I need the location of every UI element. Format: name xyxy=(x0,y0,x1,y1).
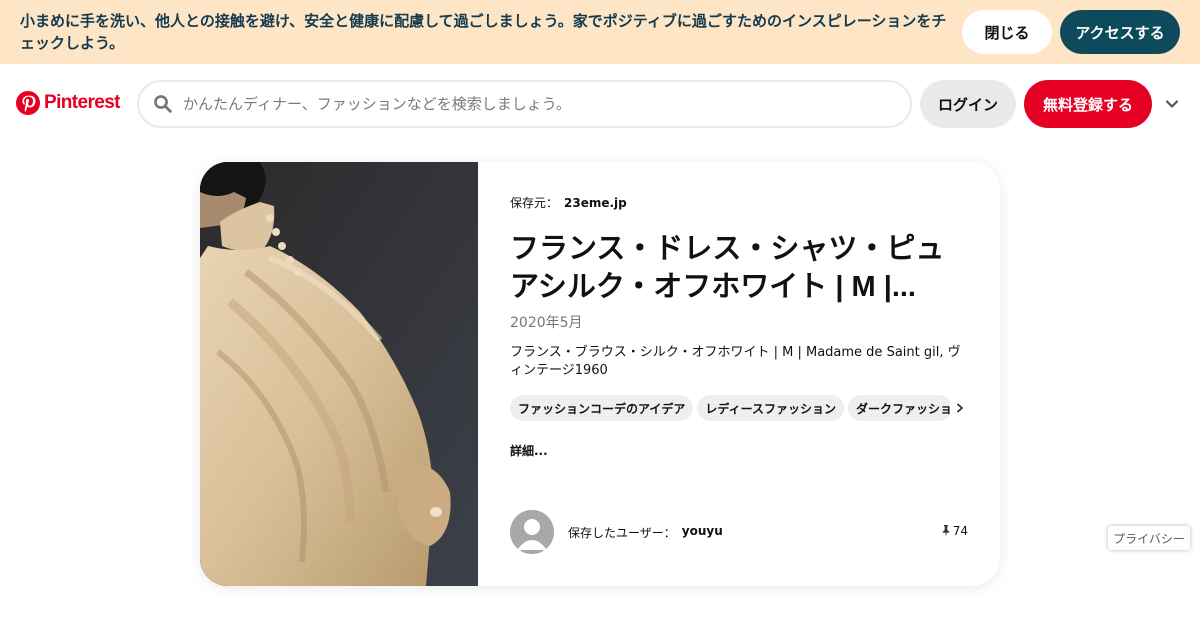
pushpin-icon xyxy=(942,525,949,537)
source-domain-link[interactable]: 23eme.jp xyxy=(564,196,627,210)
avatar[interactable] xyxy=(510,510,554,554)
tags-next-button[interactable] xyxy=(950,395,970,421)
tag-chip[interactable]: レディースファッション xyxy=(697,395,844,421)
search-bar[interactable] xyxy=(137,80,912,128)
pin-description: フランス・ブラウス・シルク・オフホワイト | M | Madame de Sai… xyxy=(510,345,961,378)
pin-details: 保存元： 23eme.jp フランス・ドレス・シャツ・ピュアシルク・オフホワイト… xyxy=(510,162,970,586)
blouse-photo xyxy=(200,162,478,586)
search-icon xyxy=(154,95,172,113)
pin-date: 2020年5月 xyxy=(510,315,583,331)
tag-chip[interactable]: ダークファッション xyxy=(847,395,952,421)
logo-wordmark: Pinterest xyxy=(44,92,121,113)
chevron-down-icon xyxy=(1165,100,1179,108)
pin-card: 保存元： 23eme.jp フランス・ドレス・シャツ・ピュアシルク・オフホワイト… xyxy=(200,162,1000,586)
banner-access-button[interactable]: アクセスする xyxy=(1060,10,1180,54)
related-tags: ファッションコーデのアイデア レディースファッション ダークファッション xyxy=(510,395,970,421)
site-header: Pinterest ログイン 無料登録する xyxy=(0,64,1200,144)
source-label: 保存元： xyxy=(510,196,559,210)
chevron-right-icon xyxy=(957,403,963,413)
search-input[interactable] xyxy=(183,84,883,124)
pinterest-logo-icon xyxy=(16,91,40,115)
signup-button[interactable]: 無料登録する xyxy=(1024,80,1152,128)
banner-message: 小まめに手を洗い、他人との接触を避け、安全と健康に配慮して過ごしましょう。家でポ… xyxy=(20,12,947,52)
privacy-button[interactable]: プライバシー xyxy=(1108,526,1190,550)
saved-by-username[interactable]: youyu xyxy=(682,524,723,541)
pin-image[interactable] xyxy=(200,162,478,586)
default-avatar-icon xyxy=(510,510,554,554)
save-count: 74 xyxy=(941,524,968,538)
pinterest-logo[interactable]: Pinterest xyxy=(16,91,121,115)
saved-by-label: 保存したユーザー： xyxy=(568,526,676,540)
saved-by-text: 保存したユーザー： youyu xyxy=(568,524,723,541)
more-details-link[interactable]: 詳細... xyxy=(510,442,548,459)
saved-by: 保存したユーザー： youyu 74 xyxy=(510,510,970,554)
tag-chip[interactable]: ファッションコーデのアイデア xyxy=(510,395,694,421)
more-options-button[interactable] xyxy=(1158,92,1186,116)
pin-source: 保存元： 23eme.jp xyxy=(510,194,627,211)
pin-title[interactable]: フランス・ドレス・シャツ・ピュアシルク・オフホワイト | M |... xyxy=(510,230,950,306)
banner-close-button[interactable]: 閉じる xyxy=(962,10,1052,54)
notice-banner: 小まめに手を洗い、他人との接触を避け、安全と健康に配慮して過ごしましょう。家でポ… xyxy=(0,0,1200,64)
save-count-value: 74 xyxy=(952,524,968,538)
login-button[interactable]: ログイン xyxy=(920,80,1016,128)
